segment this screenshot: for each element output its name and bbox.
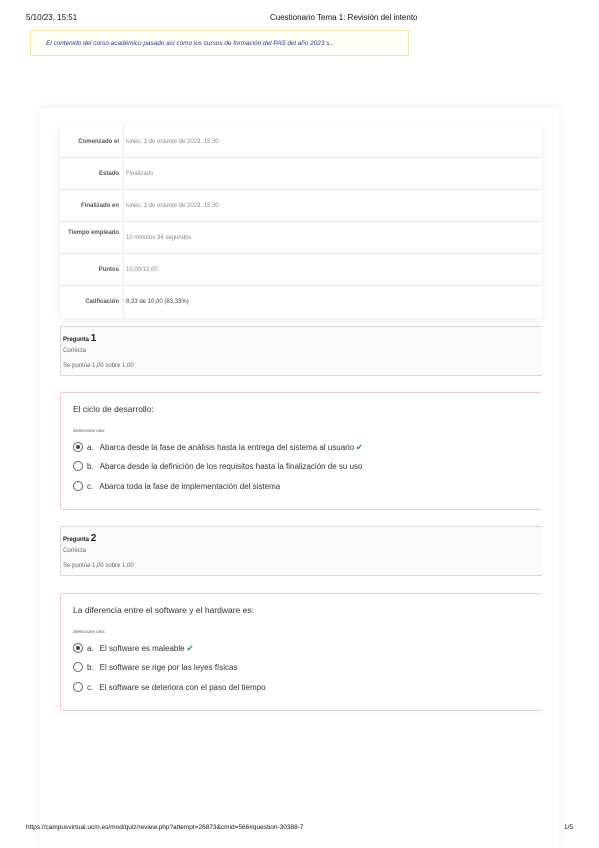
question-state: Correcta [63,348,87,354]
radio-selected-icon[interactable] [73,442,83,452]
page-url[interactable]: https://campusvirtual.ucm.es/mod/quiz/re… [26,824,304,831]
question-grade: Se puntúa 1,00 sobre 1,00 [63,563,134,569]
summary-value: 8,33 de 10,00 (83,33%) [126,299,189,305]
question-2-content: La diferencia entre el software y el har… [60,593,542,711]
answer-option-a[interactable]: a. El software es maleable ✔ [73,643,193,653]
answer-option-c[interactable]: c. Abarca toda la fase de implementación … [73,481,280,491]
summary-row-grade: Calificación 8,33 de 10,00 (83,33%) [60,286,542,318]
question-state: Correcta [63,548,87,554]
print-date: 5/10/23, 15:51 [26,13,78,22]
print-header: 5/10/23, 15:51 Cuestionario Tema 1: Revi… [26,13,573,25]
answer-option-b[interactable]: b. Abarca desde la definición de los requ… [73,461,363,471]
question-prompt: El ciclo de desarrollo: [73,404,154,414]
summary-row-finished: Finalizado en lunes, 3 de octubre de 202… [60,190,542,222]
summary-value: 10 minutos 34 segundos [126,235,192,241]
summary-row-time: Tiempo empleado 10 minutos 34 segundos [60,222,542,254]
answer-option-c[interactable]: c. El software se deteriora con el paso d… [73,682,266,692]
question-grade: Se puntúa 1,00 sobre 1,00 [63,363,134,369]
summary-label: Estado [98,171,119,177]
radio-icon[interactable] [73,682,83,692]
summary-value: lunes, 3 de octubre de 2023, 15:30 [126,139,219,145]
print-footer: https://campusvirtual.ucm.es/mod/quiz/re… [26,824,573,834]
summary-row-state: Estado Finalizado [60,158,542,190]
answer-option-a[interactable]: a. Abarca desde la fase de análisis hasta… [73,442,363,452]
summary-value: 10,00/12,00 [126,267,158,273]
check-icon: ✔ [356,443,363,452]
question-prompt: La diferencia entre el software y el har… [73,605,254,615]
summary-label: Comenzado el [78,139,119,145]
summary-label: Finalizado en [80,203,119,209]
answer-option-b[interactable]: b. El software se rige por las leyes físi… [73,662,238,672]
summary-row-points: Puntos 10,00/12,00 [60,254,542,286]
question-2-info: Pregunta 2 Correcta Se puntúa 1,00 sobre… [60,526,542,576]
summary-label: Calificación [85,299,119,305]
question-1-content: El ciclo de desarrollo: Seleccione una: … [60,392,542,510]
choose-one-label: Seleccione una: [73,629,106,634]
attempt-summary-table: Comenzado el lunes, 3 de octubre de 2023… [60,126,542,318]
question-1-info: Pregunta 1 Correcta Se puntúa 1,00 sobre… [60,326,542,376]
notice-banner[interactable]: El contenido del curso académico pasado … [30,30,409,56]
question-number: Pregunta 1 [63,333,97,344]
choose-one-label: Seleccione una: [73,428,106,433]
summary-value: lunes, 3 de octubre de 2023, 15:30 [126,203,219,209]
print-title: Cuestionario Tema 1: Revisión del intent… [270,13,418,22]
question-number: Pregunta 2 [63,533,97,544]
radio-icon[interactable] [73,461,83,471]
summary-label: Tiempo empleado [68,230,119,236]
summary-value: Finalizado [126,171,154,177]
check-icon: ✔ [186,644,194,653]
radio-icon[interactable] [73,662,83,672]
radio-icon[interactable] [73,481,83,491]
summary-label: Puntos [98,267,119,273]
radio-selected-icon[interactable] [73,643,83,653]
page-number: 1/5 [563,824,573,831]
summary-row-started: Comenzado el lunes, 3 de octubre de 2023… [60,126,542,158]
